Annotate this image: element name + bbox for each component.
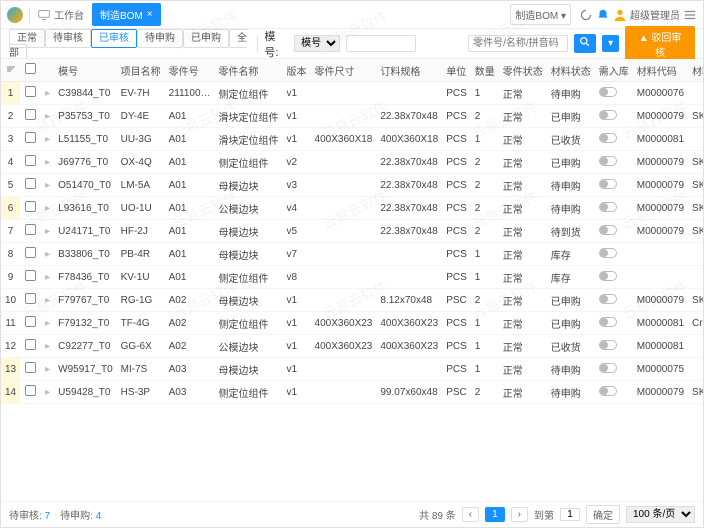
stock-toggle[interactable] [599, 363, 617, 373]
stock-toggle[interactable] [599, 156, 617, 166]
row-checkbox[interactable] [25, 155, 36, 166]
row-checkbox[interactable] [25, 201, 36, 212]
row-checkbox[interactable] [25, 270, 36, 281]
stock-toggle[interactable] [599, 248, 617, 258]
row-checkbox[interactable] [25, 339, 36, 350]
row-checkbox[interactable] [25, 224, 36, 235]
stock-toggle[interactable] [599, 225, 617, 235]
row-checkbox[interactable] [25, 362, 36, 373]
stock-toggle[interactable] [599, 317, 617, 327]
stock-toggle[interactable] [599, 87, 617, 97]
stock-toggle[interactable] [599, 133, 617, 143]
select-all-checkbox[interactable] [25, 63, 36, 74]
row-checkbox[interactable] [25, 316, 36, 327]
stock-toggle[interactable] [599, 271, 617, 281]
stock-toggle[interactable] [599, 340, 617, 350]
stock-toggle[interactable] [599, 386, 617, 396]
stock-toggle[interactable] [599, 294, 617, 304]
row-checkbox[interactable] [25, 385, 36, 396]
table-container: 云易云软件云易云软件云易云软件云易云软件云易云软件云易云软件云易云软件云易云软件… [1, 59, 703, 501]
stock-toggle[interactable] [599, 202, 617, 212]
row-checkbox[interactable] [25, 293, 36, 304]
row-checkbox[interactable] [25, 132, 36, 143]
row-checkbox[interactable] [25, 109, 36, 120]
stock-toggle[interactable] [599, 179, 617, 189]
row-checkbox[interactable] [25, 178, 36, 189]
stock-toggle[interactable] [599, 110, 617, 120]
row-checkbox[interactable] [25, 86, 36, 97]
row-checkbox[interactable] [25, 247, 36, 258]
